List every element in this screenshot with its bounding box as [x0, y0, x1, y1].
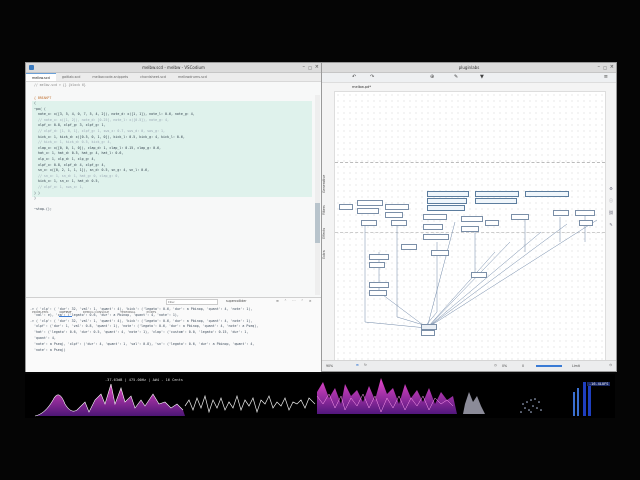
side-tab-extra[interactable]: Extra: [322, 239, 326, 259]
channel-value: 0: [522, 364, 525, 368]
editor-tabs: melbw.scd gaitlab.scd melbw.code-snippet…: [26, 73, 321, 82]
bottom-panel: PROBLEMS OUTPUT DEBUG CONSOLE TERMINAL P…: [26, 297, 321, 372]
patch-object[interactable]: [553, 210, 569, 216]
limit-button[interactable]: Limit: [572, 364, 580, 368]
output-source-select[interactable]: supercollider: [226, 298, 247, 305]
panel-actions-icons[interactable]: ≡ ⌃ ⋯ ⌃ ×: [276, 298, 314, 305]
tab-melbwdrums[interactable]: melbwdrums.scd: [172, 73, 213, 81]
patch-object[interactable]: [369, 262, 385, 268]
patch-object[interactable]: [575, 210, 595, 216]
spectrum-plot: [34, 378, 591, 417]
tab-terminal[interactable]: TERMINAL: [120, 309, 135, 316]
power-icon[interactable]: ⏻: [609, 363, 612, 367]
pd-window-title: pluginlabs: [458, 65, 480, 70]
output-line: 'note': a Pseq)): [30, 347, 66, 352]
editor-window: melbw.scd - melbw - VSCodium – □ × melbw…: [25, 62, 322, 372]
zoom-icon[interactable]: ⊕: [430, 74, 434, 80]
side-tabs: Generative Filters Effects Extra: [322, 153, 332, 259]
right-icon-strip: ⚙ ⓘ ⛓ ✎: [608, 183, 614, 231]
pd-file-title: melbw.pd*: [352, 85, 372, 89]
patch-object[interactable]: [461, 226, 479, 232]
patch-object[interactable]: [423, 214, 447, 220]
breadcrumb[interactable]: // melbw.scd > {} {block 6}: [26, 82, 321, 88]
patch-object[interactable]: [391, 220, 407, 226]
patch-canvas[interactable]: [334, 91, 606, 361]
patch-object[interactable]: [427, 198, 467, 204]
patch-object[interactable]: [385, 204, 409, 210]
patch-object[interactable]: [511, 214, 529, 220]
patch-object[interactable]: [427, 191, 469, 197]
editor-window-title: melbw.scd - melbw - VSCodium: [142, 65, 205, 70]
patch-object[interactable]: [423, 224, 443, 230]
tab-chordsheet[interactable]: chordsheet.scd: [134, 73, 172, 81]
patch-object[interactable]: [475, 191, 519, 197]
minimize-icon[interactable]: –: [598, 63, 601, 72]
patch-object[interactable]: [525, 191, 569, 197]
patch-object[interactable]: [485, 220, 499, 226]
patch-object[interactable]: [423, 234, 449, 240]
patch-object[interactable]: [357, 208, 379, 214]
patch-object[interactable]: [369, 254, 389, 260]
tab-gaitlab[interactable]: gaitlab.scd: [56, 73, 87, 81]
tab-output[interactable]: OUTPUT: [59, 309, 72, 317]
code-line[interactable]: ~stop.();: [34, 207, 312, 213]
patch-object[interactable]: [471, 272, 487, 278]
patch-object[interactable]: [361, 220, 377, 226]
tab-ports[interactable]: PORTS: [147, 309, 157, 316]
zoom-level[interactable]: 90%: [326, 364, 333, 368]
patch-object[interactable]: [357, 200, 383, 206]
pd-window: pluginlabs – □ × ↶ ↷ ⊕ ✎ ▼ ≡ melbw.pd* G…: [321, 62, 617, 372]
app-icon: [29, 65, 34, 70]
undo-icon[interactable]: ↶: [352, 74, 356, 80]
panel-filter-input[interactable]: [166, 299, 218, 305]
patch-object[interactable]: [579, 220, 593, 226]
close-icon[interactable]: ×: [610, 63, 614, 72]
tab-problems[interactable]: PROBLEMS: [32, 309, 48, 316]
info-icon[interactable]: ⓘ: [608, 195, 614, 207]
patch-object[interactable]: [369, 282, 389, 288]
patch-object[interactable]: [339, 204, 353, 210]
tab-melbw[interactable]: melbw.scd: [26, 73, 56, 81]
minimize-icon[interactable]: –: [303, 63, 306, 72]
tab-snippets[interactable]: melbw.code-snippets: [86, 73, 134, 81]
pencil-icon[interactable]: ✎: [608, 219, 614, 231]
patch-object[interactable]: [431, 250, 449, 256]
settings-icon[interactable]: ⚙: [608, 183, 614, 195]
pd-toolbar: ↶ ↷ ⊕ ✎ ▼ ≡: [322, 73, 616, 83]
pd-statusbar: 90% ⊞ ↻ ◷ 0% 0 Limit ⏻: [322, 360, 616, 371]
editor-titlebar[interactable]: melbw.scd - melbw - VSCodium – □ ×: [26, 63, 321, 73]
scrollbar-thumb[interactable]: [315, 203, 320, 243]
editor-scrollbar[interactable]: [315, 95, 320, 295]
patch-object[interactable]: [401, 244, 417, 250]
code-editor[interactable]: { BREAKPT (~po( ( note_x: x([3, 5, 4, 0,…: [26, 95, 312, 281]
edit-icon[interactable]: ✎: [454, 74, 458, 80]
patch-object[interactable]: [369, 290, 387, 296]
menu-icon[interactable]: ≡: [604, 74, 608, 80]
maximize-icon[interactable]: □: [308, 63, 312, 72]
link-icon[interactable]: ⛓: [608, 207, 614, 219]
panel-header: PROBLEMS OUTPUT DEBUG CONSOLE TERMINAL P…: [26, 298, 321, 317]
redo-icon[interactable]: ↷: [370, 74, 374, 80]
patch-object[interactable]: [475, 198, 517, 204]
pd-titlebar[interactable]: pluginlabs – □ ×: [322, 63, 616, 73]
patch-object[interactable]: [385, 212, 403, 218]
side-tab-effects[interactable]: Effects: [322, 215, 326, 239]
analyzer-strip: -37.63dB | 475.00Hz | A#4 - 16 Cents -16…: [25, 374, 615, 418]
patch-object[interactable]: [421, 330, 435, 336]
patch-object[interactable]: [461, 216, 483, 222]
code-lines: (~po( ( note_x: x([3, 5, 4, 0, 7, 5, 4, …: [26, 101, 312, 213]
side-tab-filters[interactable]: Filters: [322, 193, 326, 215]
bookmark-icon[interactable]: ▼: [480, 74, 484, 80]
tab-debug-console[interactable]: DEBUG CONSOLE: [83, 309, 109, 316]
close-icon[interactable]: ×: [315, 63, 319, 72]
cpu-value: 0%: [502, 364, 508, 368]
lufs-meter: -16.4LUFS: [587, 382, 611, 386]
grid-icon[interactable]: ⊞: [356, 363, 359, 367]
snap-icon[interactable]: ↻: [364, 363, 367, 367]
patch-object[interactable]: [427, 205, 465, 211]
side-tab-generative[interactable]: Generative: [322, 153, 326, 193]
clock-icon: ◷: [494, 363, 497, 367]
maximize-icon[interactable]: □: [603, 63, 607, 72]
volume-slider[interactable]: [536, 365, 562, 367]
